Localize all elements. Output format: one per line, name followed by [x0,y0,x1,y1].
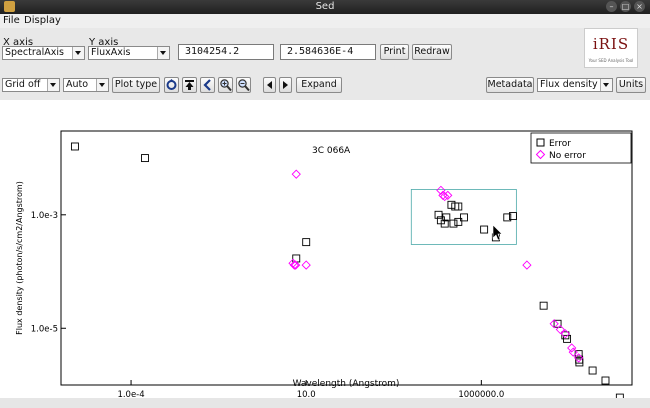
menu-bar: File Display [0,14,650,28]
minimize-icon[interactable]: – [606,1,617,12]
grid-select-value: Grid off [5,79,41,90]
chevron-down-icon [600,79,612,91]
back-icon[interactable] [200,77,215,93]
plot-type-button[interactable]: Plot type [112,77,160,93]
arrow-left-icon[interactable] [263,77,276,93]
close-icon[interactable]: × [634,1,645,12]
legend-error-label: Error [549,139,571,149]
y-axis-title: Flux density (photon/s/cm2/Angstrom) [15,181,24,335]
units-button[interactable]: Units [616,77,646,93]
chevron-down-icon [47,79,59,91]
chevron-down-icon [96,79,108,91]
chevron-down-icon [72,47,84,59]
y-axis-select-value: FluxAxis [91,47,131,58]
source-annotation: 3C 066A [312,146,351,156]
y-tick-label: 1.0e-3 [31,211,58,221]
x-axis-title: Wavelength (Angstrom) [293,379,400,389]
sed-plot[interactable]: 1.0e-4 10.0 1000000.0 1.0e-31.0e-5 Wavelen… [0,100,650,402]
scale-select-value: Auto [66,79,89,90]
maximize-icon[interactable]: □ [620,1,631,12]
x-axis-select[interactable]: SpectralAxis [2,46,85,60]
iris-logo-subtitle: Your SED Analysis Tool [588,58,634,63]
flux-units-select[interactable]: Flux density [537,78,613,92]
y-coordinate-field[interactable]: 2.584636E-4 [280,44,376,60]
window-titlebar: Sed – □ × [0,0,650,14]
zoom-to-top-icon[interactable] [182,77,197,93]
menu-display[interactable]: Display [24,15,61,26]
x-axis-select-value: SpectralAxis [5,47,64,58]
x-coordinate-field[interactable]: 3104254.2 [178,44,274,60]
print-button[interactable]: Print [380,44,409,60]
zoom-in-icon[interactable] [218,77,233,93]
plot-panel: 1.0e-4 10.0 1000000.0 1.0e-3 1.0e-5 Wavelen… [0,100,650,402]
legend-noerror-label: No error [549,151,586,161]
metadata-button[interactable]: Metadata [486,77,534,93]
expand-button[interactable]: Expand [296,77,342,93]
iris-logo: iRIS Your SED Analysis Tool [584,28,638,68]
menu-file[interactable]: File [3,15,20,26]
redraw-button[interactable]: Redraw [412,44,452,60]
pan-icon[interactable] [164,77,179,93]
grid-select[interactable]: Grid off [2,78,60,92]
flux-units-select-value: Flux density [540,79,598,90]
arrow-right-icon[interactable] [279,77,292,93]
scale-select[interactable]: Auto [63,78,109,92]
plot-frame [60,130,633,386]
y-axis-select[interactable]: FluxAxis [88,46,170,60]
window-title: Sed [315,1,335,12]
zoom-out-icon[interactable] [236,77,251,93]
y-tick-label: 1.0e-5 [31,324,58,334]
status-bar [0,398,650,408]
chevron-down-icon [157,47,169,59]
legend: Error No error [530,132,632,164]
iris-logo-text: iRIS [592,35,630,53]
